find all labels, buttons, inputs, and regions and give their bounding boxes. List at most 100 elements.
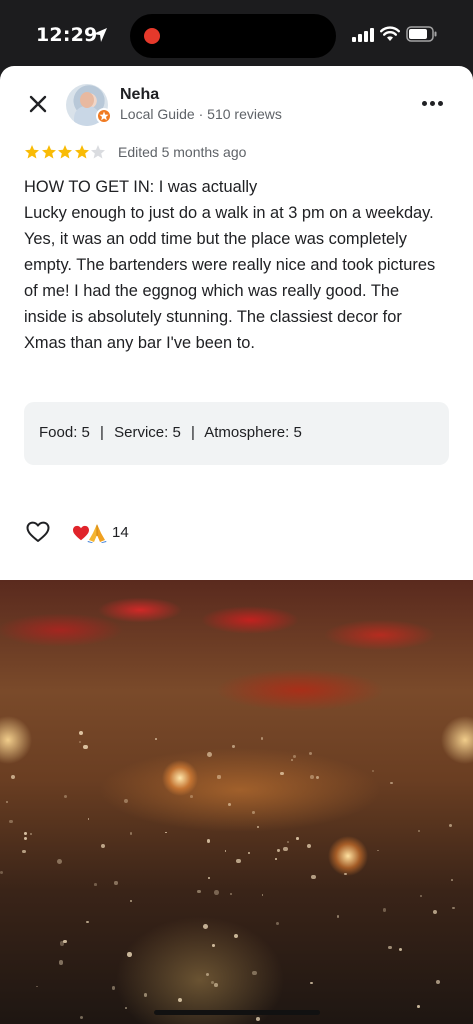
bokeh-light bbox=[129, 832, 133, 835]
bokeh-light bbox=[22, 849, 27, 854]
food-value: 5 bbox=[81, 424, 90, 441]
cellular-signal-icon bbox=[352, 28, 374, 42]
bokeh-light bbox=[24, 837, 28, 841]
bokeh-light bbox=[11, 774, 16, 779]
bokeh-light bbox=[227, 802, 231, 806]
bokeh-light bbox=[275, 857, 278, 860]
bokeh-light bbox=[336, 915, 340, 918]
bokeh-light bbox=[206, 751, 212, 757]
bokeh-light bbox=[435, 979, 440, 984]
bokeh-light bbox=[377, 849, 380, 852]
bokeh-light bbox=[86, 920, 89, 923]
more-horizontal-icon[interactable] bbox=[422, 98, 446, 110]
bokeh-light bbox=[58, 960, 64, 965]
bokeh-light bbox=[124, 798, 129, 803]
bokeh-light bbox=[56, 858, 62, 864]
star-filled-icon bbox=[25, 145, 39, 159]
bokeh-light bbox=[143, 993, 148, 997]
close-icon[interactable] bbox=[26, 92, 50, 116]
service-label: Service: bbox=[114, 424, 169, 441]
bokeh-light bbox=[256, 1017, 260, 1021]
atmosphere-label: Atmosphere: bbox=[204, 424, 290, 441]
bokeh-light bbox=[390, 781, 393, 785]
star-filled-icon bbox=[58, 145, 72, 159]
status-time: 12:29 bbox=[36, 24, 98, 46]
review-text: HOW TO GET IN: I was actually Lucky enou… bbox=[24, 178, 436, 352]
star-empty-icon bbox=[91, 145, 105, 159]
location-arrow-icon bbox=[93, 28, 107, 42]
heart-outline-icon[interactable] bbox=[26, 521, 50, 543]
bokeh-light bbox=[308, 752, 313, 756]
bokeh-light bbox=[233, 933, 239, 939]
reviewer-name[interactable]: Neha bbox=[120, 86, 159, 104]
bokeh-light bbox=[286, 841, 289, 844]
bokeh-light bbox=[0, 871, 4, 875]
bokeh-light bbox=[217, 775, 221, 779]
bokeh-light bbox=[310, 982, 313, 985]
ratings-row: Food: 5 | Service: 5 | Atmosphere: 5 bbox=[39, 424, 302, 441]
food-label: Food: bbox=[39, 424, 78, 441]
bokeh-light bbox=[63, 794, 67, 798]
bokeh-light bbox=[203, 924, 209, 930]
separator: | bbox=[100, 424, 104, 441]
bokeh-light bbox=[224, 850, 227, 852]
bokeh-light bbox=[214, 982, 218, 987]
bokeh-light bbox=[291, 758, 293, 761]
recording-dot-icon bbox=[144, 28, 160, 44]
bokeh-light bbox=[248, 852, 251, 855]
local-guide-star-icon bbox=[96, 108, 112, 124]
status-bar: 12:29 bbox=[0, 0, 473, 66]
pray-emoji bbox=[87, 524, 107, 543]
battery-icon bbox=[406, 26, 437, 42]
bokeh-light bbox=[206, 839, 210, 843]
bokeh-light bbox=[36, 985, 39, 988]
reviewer-meta: Local Guide · 510 reviews bbox=[120, 106, 282, 122]
bokeh-light bbox=[79, 740, 82, 743]
bokeh-light bbox=[257, 825, 260, 828]
bokeh-light bbox=[283, 846, 288, 851]
bokeh-light bbox=[293, 755, 297, 758]
bokeh-light bbox=[80, 1015, 84, 1019]
bokeh-light bbox=[261, 894, 264, 897]
bokeh-light bbox=[388, 945, 392, 949]
bokeh-light bbox=[451, 906, 455, 910]
edited-timestamp: Edited 5 months ago bbox=[118, 144, 247, 160]
bokeh-light bbox=[101, 844, 105, 849]
bokeh-light bbox=[420, 894, 423, 897]
review-card: Neha Local Guide · 510 reviews Edited 5 … bbox=[0, 66, 473, 580]
bokeh-light bbox=[306, 843, 311, 848]
home-indicator[interactable] bbox=[154, 1010, 320, 1015]
review-photo[interactable] bbox=[0, 580, 473, 1024]
service-value: 5 bbox=[172, 424, 181, 441]
bokeh-light bbox=[309, 774, 314, 779]
bokeh-light bbox=[190, 794, 194, 798]
bokeh-light bbox=[212, 944, 215, 947]
bokeh-light bbox=[62, 939, 67, 944]
bokeh-light bbox=[30, 833, 33, 836]
bokeh-light bbox=[398, 947, 403, 952]
ratings-summary: Food: 5 | Service: 5 | Atmosphere: 5 bbox=[24, 402, 449, 465]
bokeh-light bbox=[344, 872, 347, 875]
reaction-count: 14 bbox=[112, 524, 129, 541]
dynamic-island bbox=[130, 14, 336, 58]
bokeh-light bbox=[448, 824, 452, 828]
bokeh-light bbox=[275, 921, 279, 925]
bokeh-light bbox=[165, 831, 168, 834]
bokeh-light bbox=[432, 909, 437, 914]
bokeh-light bbox=[230, 892, 233, 895]
bokeh-light bbox=[78, 730, 83, 736]
bokeh-light bbox=[6, 801, 9, 804]
bokeh-light bbox=[371, 769, 374, 772]
bokeh-light bbox=[9, 819, 13, 824]
bokeh-light bbox=[416, 1004, 420, 1008]
bokeh-light bbox=[417, 829, 420, 833]
bokeh-light bbox=[450, 879, 453, 881]
bokeh-light bbox=[87, 818, 90, 820]
bokeh-light bbox=[82, 744, 88, 750]
bokeh-light bbox=[232, 745, 235, 748]
bokeh-light bbox=[155, 737, 158, 740]
bokeh-light bbox=[127, 952, 132, 957]
separator: | bbox=[191, 424, 195, 441]
bokeh-light bbox=[129, 899, 132, 902]
bokeh-light bbox=[279, 771, 284, 776]
